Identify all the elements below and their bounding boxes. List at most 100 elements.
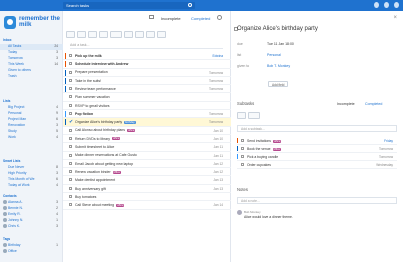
sidebar-item-count: 3 [56,50,58,54]
account-icon[interactable] [394,2,399,8]
print-icon[interactable] [149,15,154,19]
sidebar-section-2[interactable]: Smart Lists [3,159,20,163]
subtask-checkbox[interactable] [241,147,244,150]
sidebar-section-4[interactable]: Tags [3,237,10,241]
sidebar-item[interactable]: Today at Work 4 [8,183,58,189]
task-checkbox[interactable] [69,136,72,140]
sidebar-item[interactable]: Chris K. 3 [3,224,58,230]
subtask-checkbox[interactable] [241,139,244,142]
task-checkbox[interactable] [69,203,72,207]
task-row[interactable]: Submit timesheet to Alice Jan 11 [63,143,231,152]
sidebar-section-3[interactable]: Contacts [3,194,17,198]
notifications-icon[interactable] [374,2,379,8]
tag-badge[interactable]: office [112,137,121,141]
task-checkbox[interactable] [69,178,72,182]
tab-completed[interactable]: Completed [191,16,210,21]
subtask-select-button[interactable] [237,112,246,119]
tag-button[interactable] [135,31,144,38]
cow-logo-icon[interactable] [4,16,16,29]
task-checkbox[interactable] [69,112,72,116]
complete-button[interactable] [77,31,86,38]
subtask-row[interactable]: Send invitations office Friday [237,137,397,145]
task-row[interactable]: Pop fiction Tomorrow [63,110,231,119]
more-actions-button[interactable] [99,31,108,38]
delete-button[interactable] [157,31,166,38]
sidebar-section-0[interactable]: Inbox [3,38,12,42]
select-checkbox-button[interactable] [66,31,75,38]
task-row[interactable]: Call Alonso about birthday plans office Ja… [63,127,231,135]
sidebar-item[interactable]: Work 4 [8,135,58,141]
task-title[interactable]: Organize Alice's birthday party [237,26,318,32]
task-checkbox[interactable] [69,153,72,157]
task-checkbox[interactable] [69,103,72,107]
field-value[interactable]: Bob T. Monkey [267,64,290,68]
task-checkbox[interactable] [69,62,72,66]
task-title-text: Renew vacation binder [75,169,111,174]
task-checkbox[interactable] [69,161,72,165]
task-row[interactable]: Return DVDs to library office Jan 10 [63,135,231,144]
task-checkbox[interactable] [69,195,72,199]
task-checkbox[interactable] [69,95,72,99]
subtask-checkbox[interactable] [241,155,244,158]
task-row[interactable]: Buy anniversary gift Jan 13 [63,185,231,194]
priority-button[interactable] [124,31,133,38]
subtasks-tab-incomplete[interactable]: Incomplete [337,102,355,106]
task-row[interactable]: RSVP to gmail visitors [63,102,231,111]
task-row[interactable]: Pick up the milk Edwina [63,52,231,61]
task-row[interactable]: Buy tomatoes [63,193,231,202]
task-checkbox[interactable] [69,186,72,190]
checkmark-icon[interactable]: ✔ [69,119,73,125]
sidebar-section-1[interactable]: Lists [3,99,10,103]
tag-badge[interactable]: office [127,129,136,133]
sidebar-item-count: 1 [56,243,58,247]
note-text[interactable]: Alice would love a dinner theme. [244,215,293,219]
add-task-input[interactable]: Add a task... [70,42,223,49]
add-field-button[interactable]: Add field [268,81,289,87]
tab-incomplete[interactable]: Incomplete [161,16,181,21]
task-row[interactable]: Renew vacation binder office Jan 12 [63,168,231,177]
subtask-checkbox[interactable] [241,163,244,166]
tag-badge[interactable]: office [116,203,125,207]
task-checkbox[interactable] [69,70,72,74]
task-row[interactable]: Plan summer vacation [63,93,231,102]
field-value[interactable]: Personal [267,53,281,57]
task-row[interactable]: ✔ Organize Alice's birthday party birthday… [63,118,231,127]
tag-badge[interactable]: birthday [124,120,136,124]
field-value[interactable]: Tue 11 Jan 18:00 [267,42,294,46]
task-row[interactable]: Make dinner reservations at Cafe Gusto Ja… [63,152,231,160]
tag-badge[interactable]: office [272,139,282,143]
subtask-row[interactable]: Book the venue office Tomorrow [237,145,397,153]
tag-badge[interactable]: office [112,170,121,174]
task-row[interactable]: Take in the suits! Tomorrow [63,77,231,86]
task-checkbox[interactable] [69,54,72,57]
sidebar-item[interactable]: Office [3,249,58,255]
task-row[interactable]: Schedule interview with Andrew [63,60,231,69]
sidebar-item-label: Alanna A. [8,200,23,204]
search-input[interactable]: Search tasks [63,2,195,9]
subtask-row[interactable]: Order cupcakes Wednesday [237,161,397,169]
task-row[interactable]: Review team performance Tomorrow [63,85,231,94]
subtask-complete-button[interactable] [248,112,260,119]
subtasks-tab-completed[interactable]: Completed [365,102,382,106]
subtask-due-date: Tomorrow [379,155,393,159]
task-checkbox[interactable] [69,78,72,82]
add-subtask-input[interactable]: Add a subtask... [237,125,397,132]
task-row[interactable]: Make dentist appointment Jan 13 [63,176,231,185]
settings-icon[interactable] [384,2,389,8]
subtask-row[interactable]: Pick a buying candle Tomorrow [237,153,397,161]
task-row[interactable]: Prepare presentation Tomorrow [63,69,231,77]
tag-badge[interactable]: office [272,147,281,151]
close-icon[interactable]: × [393,15,397,21]
postpone-button[interactable] [88,31,97,38]
task-row[interactable]: Call Steve about meeting office Jan 14 [63,201,231,210]
task-checkbox[interactable] [69,145,72,149]
due-date-button[interactable] [110,31,122,38]
task-checkbox[interactable] [69,128,72,132]
move-list-button[interactable] [146,31,155,38]
add-note-input[interactable]: Add a note... [237,197,397,204]
list-settings-icon[interactable] [217,15,222,20]
task-checkbox[interactable] [69,87,72,91]
sidebar-item[interactable]: Trash [8,74,58,80]
task-row[interactable]: Email Jacob about getting new laptop Jan … [63,160,231,169]
task-checkbox[interactable] [69,170,72,174]
